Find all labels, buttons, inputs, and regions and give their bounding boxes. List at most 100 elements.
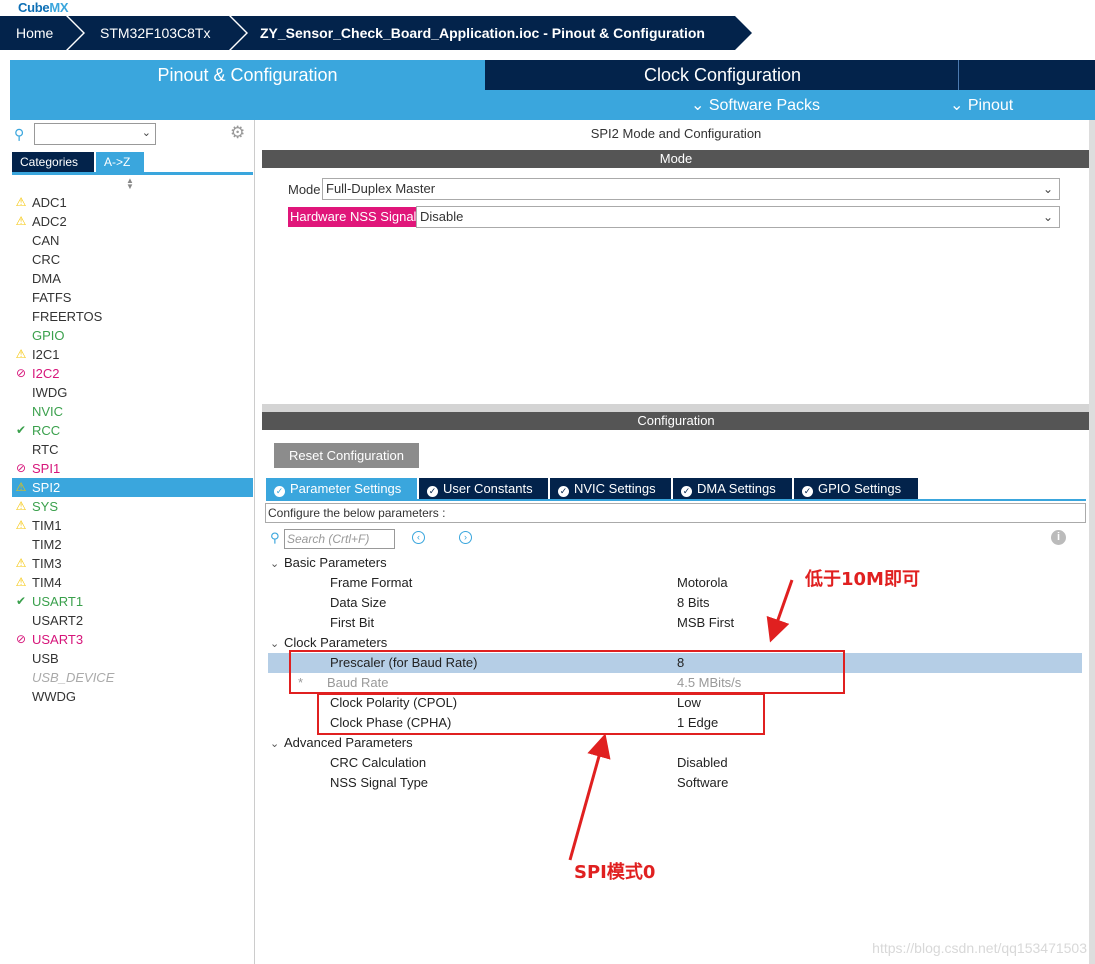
tab-parameter-settings[interactable]: ✓ Parameter Settings xyxy=(266,478,417,499)
peripheral-item-can[interactable]: CAN xyxy=(12,231,253,250)
search-icon: ⚲ xyxy=(14,126,25,142)
breadcrumb: Home STM32F103C8Tx ZY_Sensor_Check_Board… xyxy=(0,16,1095,50)
peripheral-item-adc2[interactable]: ⚠ ADC2 xyxy=(12,212,253,231)
pinout-menu[interactable]: ⌄ Pinout xyxy=(950,95,1013,115)
peripheral-label: WWDG xyxy=(32,689,77,704)
peripheral-item-usb-device[interactable]: USB_DEVICE xyxy=(12,668,253,687)
tab-clock-configuration[interactable]: Clock Configuration xyxy=(487,60,959,90)
peripheral-label: USART1 xyxy=(32,594,84,609)
peripheral-item-wwdg[interactable]: WWDG xyxy=(12,687,253,706)
peripheral-item-tim2[interactable]: TIM2 xyxy=(12,535,253,554)
peripheral-item-spi1[interactable]: ⊘ SPI1 xyxy=(12,459,253,478)
peripheral-label: I2C2 xyxy=(32,366,60,381)
peripheral-item-spi2[interactable]: ⚠ SPI2 xyxy=(12,478,253,497)
peripheral-label: SYS xyxy=(32,499,59,514)
next-icon[interactable]: › xyxy=(459,531,472,544)
tab-pinout-configuration[interactable]: Pinout & Configuration xyxy=(10,60,485,90)
param-crc-calculation[interactable]: CRC Calculation Disabled xyxy=(268,753,1082,773)
tab-gpio-settings[interactable]: ✓ GPIO Settings xyxy=(794,478,918,499)
peripheral-item-nvic[interactable]: NVIC xyxy=(12,402,253,421)
warning-icon: ⚠ xyxy=(15,518,27,532)
annotation-box-prescaler xyxy=(289,650,845,694)
main-tabs: Pinout & Configuration Clock Configurati… xyxy=(10,60,1095,90)
nss-value: Disable xyxy=(420,209,464,224)
breadcrumb-mcu[interactable]: STM32F103C8Tx xyxy=(68,16,248,50)
cubemx-logo: CubeMX xyxy=(18,0,69,16)
param-nss-signal-type[interactable]: NSS Signal Type Software xyxy=(268,773,1082,793)
peripheral-item-rcc[interactable]: ✔ RCC xyxy=(12,421,253,440)
peripheral-item-tim1[interactable]: ⚠ TIM1 xyxy=(12,516,253,535)
warning-icon: ⚠ xyxy=(15,195,27,209)
peripheral-item-adc1[interactable]: ⚠ ADC1 xyxy=(12,193,253,212)
peripheral-item-i2c2[interactable]: ⊘ I2C2 xyxy=(12,364,253,383)
tab-extra[interactable] xyxy=(961,60,1095,90)
scrollbar[interactable] xyxy=(1089,120,1095,964)
param-first-bit[interactable]: First Bit MSB First xyxy=(268,613,1082,633)
category-search-dropdown[interactable]: ⌄ xyxy=(34,123,156,145)
check-icon: ✓ xyxy=(681,486,692,497)
tab-categories[interactable]: Categories xyxy=(12,152,94,172)
peripheral-item-i2c1[interactable]: ⚠ I2C1 xyxy=(12,345,253,364)
gear-icon[interactable]: ⚙ xyxy=(230,123,245,143)
peripheral-label: GPIO xyxy=(32,328,65,343)
param-frame-format[interactable]: Frame Format Motorola xyxy=(268,573,1082,593)
blocked-icon: ⊘ xyxy=(15,632,27,646)
peripheral-label: ADC1 xyxy=(32,195,67,210)
group-basic-parameters[interactable]: ⌄ Basic Parameters xyxy=(270,553,387,573)
blocked-icon: ⊘ xyxy=(15,461,27,475)
check-icon: ✔ xyxy=(15,594,27,608)
logo-accent: MX xyxy=(49,0,69,15)
mode-select[interactable]: Full-Duplex Master ⌄ xyxy=(322,178,1060,200)
breadcrumb-project[interactable]: ZY_Sensor_Check_Board_Application.ioc - … xyxy=(231,16,754,50)
info-icon[interactable]: i xyxy=(1051,530,1066,545)
peripheral-item-rtc[interactable]: RTC xyxy=(12,440,253,459)
peripheral-item-usb[interactable]: USB xyxy=(12,649,253,668)
nss-select[interactable]: Disable ⌄ xyxy=(416,206,1060,228)
peripheral-item-usart1[interactable]: ✔ USART1 xyxy=(12,592,253,611)
param-value: Disabled xyxy=(677,755,728,770)
peripheral-label: DMA xyxy=(32,271,61,286)
group-label: Basic Parameters xyxy=(284,555,387,570)
parameter-search-input[interactable]: Search (Crtl+F) xyxy=(284,529,395,549)
sort-icon[interactable]: ▲ ▼ xyxy=(126,177,134,191)
peripheral-item-gpio[interactable]: GPIO xyxy=(12,326,253,345)
peripheral-item-sys[interactable]: ⚠ SYS xyxy=(12,497,253,516)
tab-dma-settings[interactable]: ✓ DMA Settings xyxy=(673,478,792,499)
peripheral-label: FREERTOS xyxy=(32,309,103,324)
warning-icon: ⚠ xyxy=(15,480,27,494)
check-icon: ✓ xyxy=(558,486,569,497)
panel-splitter[interactable] xyxy=(262,404,1090,412)
peripheral-label: USB_DEVICE xyxy=(32,670,115,685)
peripheral-item-usart2[interactable]: USART2 xyxy=(12,611,253,630)
tab-underline xyxy=(12,172,253,175)
chevron-down-icon: ⌄ xyxy=(1042,182,1053,196)
tab-label: NVIC Settings xyxy=(574,481,656,496)
search-icon: ⚲ xyxy=(270,530,280,545)
peripheral-item-fatfs[interactable]: FATFS xyxy=(12,288,253,307)
peripheral-item-dma[interactable]: DMA xyxy=(12,269,253,288)
peripheral-item-freertos[interactable]: FREERTOS xyxy=(12,307,253,326)
warning-icon: ⚠ xyxy=(15,214,27,228)
peripheral-item-iwdg[interactable]: IWDG xyxy=(12,383,253,402)
param-value: Software xyxy=(677,775,729,790)
config-panel: SPI2 Mode and Configuration Mode Mode Fu… xyxy=(262,120,1090,964)
breadcrumb-home[interactable]: Home xyxy=(0,16,85,50)
param-name: Data Size xyxy=(330,595,387,610)
group-advanced-parameters[interactable]: ⌄ Advanced Parameters xyxy=(270,733,413,753)
peripheral-label: TIM4 xyxy=(32,575,62,590)
software-packs-label: Software Packs xyxy=(708,97,821,114)
tab-a-z[interactable]: A->Z xyxy=(96,152,144,172)
tab-user-constants[interactable]: ✓ User Constants xyxy=(419,478,548,499)
peripheral-item-tim4[interactable]: ⚠ TIM4 xyxy=(12,573,253,592)
check-icon: ✓ xyxy=(427,486,438,497)
peripheral-item-usart3[interactable]: ⊘ USART3 xyxy=(12,630,253,649)
param-data-size[interactable]: Data Size 8 Bits xyxy=(268,593,1082,613)
peripheral-label: SPI2 xyxy=(32,480,61,495)
previous-icon[interactable]: ‹ xyxy=(412,531,425,544)
peripheral-item-tim3[interactable]: ⚠ TIM3 xyxy=(12,554,253,573)
tab-nvic-settings[interactable]: ✓ NVIC Settings xyxy=(550,478,671,499)
software-packs-menu[interactable]: ⌄ Software Packs xyxy=(691,95,820,115)
configuration-header: Configuration xyxy=(262,412,1090,430)
peripheral-item-crc[interactable]: CRC xyxy=(12,250,253,269)
reset-configuration-button[interactable]: Reset Configuration xyxy=(274,443,419,468)
